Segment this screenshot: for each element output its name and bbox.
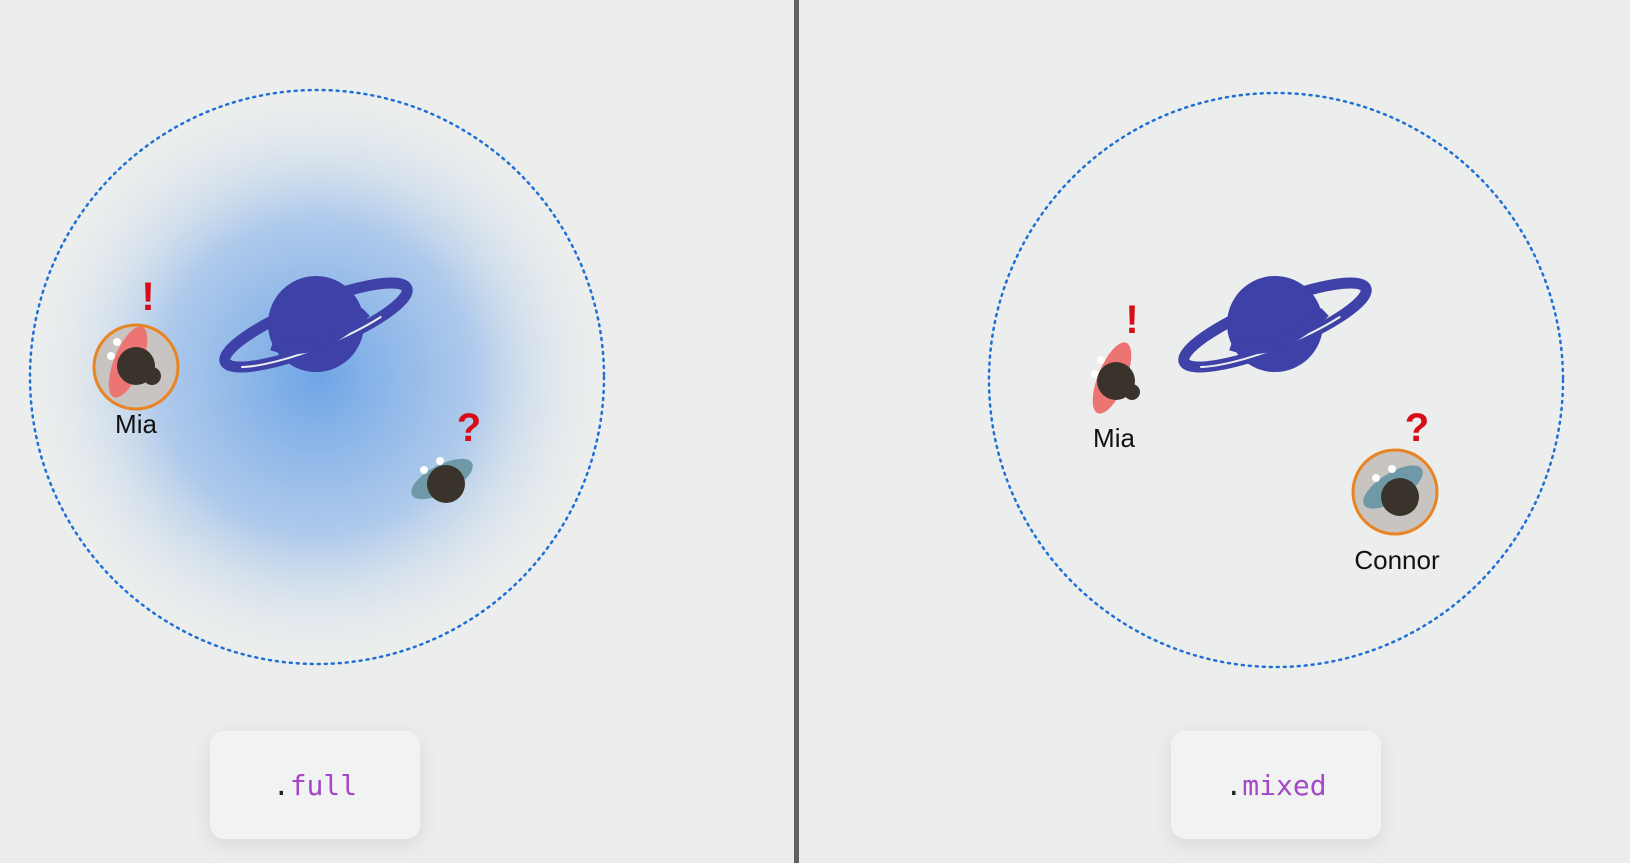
person-icon-mia	[1091, 342, 1140, 414]
planet-icon	[1178, 276, 1372, 373]
chip-keyword: mixed	[1242, 768, 1327, 802]
person-label-mia: Mia	[115, 409, 157, 439]
chip-dot: .	[1225, 768, 1243, 802]
person-label-mia: Mia	[1093, 423, 1135, 453]
question-icon: ?	[1404, 406, 1430, 450]
chip-dot: .	[272, 768, 290, 802]
exclamation-icon: !	[141, 275, 155, 319]
question-icon: ?	[456, 406, 482, 450]
person-label-connor: Connor	[1354, 545, 1440, 575]
mode-chip-full: . full	[210, 731, 420, 839]
mixed-immersion-panel: ! Mia ? Connor . mixed	[800, 0, 1630, 863]
mode-chip-mixed: . mixed	[1171, 731, 1381, 839]
person-icon-connor	[1351, 448, 1439, 536]
full-immersion-panel: ! Mia ? . full	[0, 0, 794, 863]
chip-keyword: full	[289, 768, 358, 802]
exclamation-icon: !	[1125, 298, 1139, 342]
panel-divider	[794, 0, 799, 863]
immersion-boundary	[987, 91, 1565, 669]
